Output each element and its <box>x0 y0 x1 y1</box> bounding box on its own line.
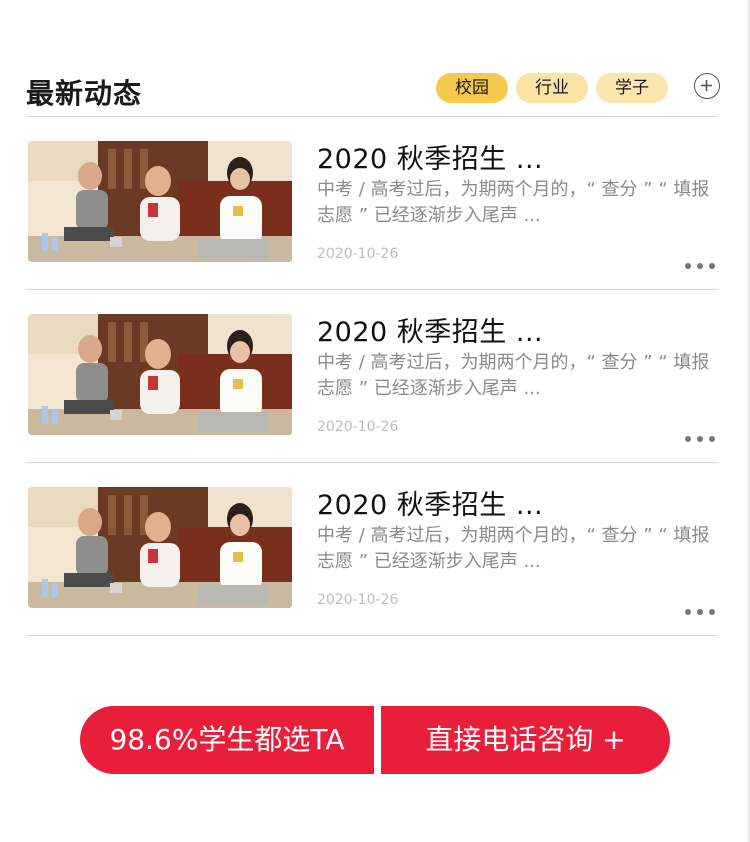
news-thumbnail <box>28 141 292 262</box>
news-title: 2020 秋季招生 ... <box>317 144 544 175</box>
news-description: 中考 / 高考过后，为期两个月的，“ 查分 ” “ 填报志愿 ” 已经逐渐步入尾… <box>317 179 710 226</box>
more-dots-icon[interactable] <box>682 432 718 446</box>
news-title: 2020 秋季招生 ... <box>317 317 544 348</box>
news-date: 2020-10-26 <box>317 246 399 262</box>
news-thumbnail <box>28 487 292 608</box>
news-item[interactable]: 2020 秋季招生 ... 中考 / 高考过后，为期两个月的，“ 查分 ” “ … <box>26 463 718 636</box>
more-dots-icon[interactable] <box>682 259 718 273</box>
more-dots-icon[interactable] <box>682 605 718 619</box>
news-date: 2020-10-26 <box>317 592 399 608</box>
tag-students[interactable]: 学子 <box>596 73 668 103</box>
phone-consult-button[interactable]: 直接电话咨询 + <box>381 706 670 774</box>
tag-industry[interactable]: 行业 <box>516 73 588 103</box>
news-list: 2020 秋季招生 ... 中考 / 高考过后，为期两个月的，“ 查分 ” “ … <box>26 117 718 636</box>
section-title: 最新动态 <box>26 77 143 110</box>
news-item[interactable]: 2020 秋季招生 ... 中考 / 高考过后，为期两个月的，“ 查分 ” “ … <box>26 117 718 290</box>
plus-circle-icon[interactable] <box>694 73 720 99</box>
news-description: 中考 / 高考过后，为期两个月的，“ 查分 ” “ 填报志愿 ” 已经逐渐步入尾… <box>317 352 710 399</box>
news-item[interactable]: 2020 秋季招生 ... 中考 / 高考过后，为期两个月的，“ 查分 ” “ … <box>26 290 718 463</box>
tag-bar: 校园 行业 学子 <box>436 73 668 103</box>
news-thumbnail <box>28 314 292 435</box>
page: 最新动态 校园 行业 学子 2020 秋季招生 ... 中考 / 高考过后，为期… <box>0 0 750 842</box>
section-header: 最新动态 校园 行业 学子 <box>26 70 720 116</box>
news-title: 2020 秋季招生 ... <box>317 490 544 521</box>
news-date: 2020-10-26 <box>317 419 399 435</box>
cta-bar: 98.6%学生都选TA 直接电话咨询 + <box>80 706 670 774</box>
tag-campus[interactable]: 校园 <box>436 73 508 103</box>
students-choose-button[interactable]: 98.6%学生都选TA <box>80 706 374 774</box>
news-description: 中考 / 高考过后，为期两个月的，“ 查分 ” “ 填报志愿 ” 已经逐渐步入尾… <box>317 525 710 572</box>
